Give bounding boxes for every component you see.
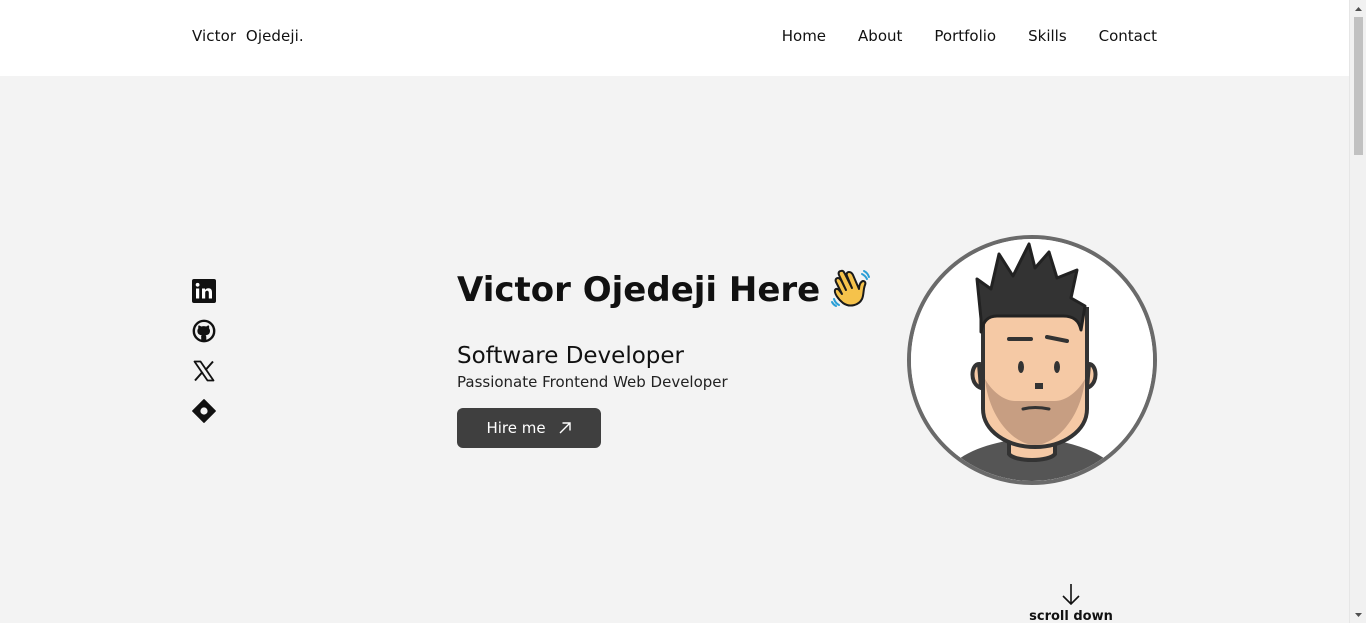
github-icon[interactable]: [192, 319, 216, 343]
scroll-down-label: scroll down: [1029, 609, 1113, 623]
page: Victor Ojedeji. Home About Portfolio Ski…: [0, 0, 1366, 623]
x-twitter-icon[interactable]: [192, 359, 216, 383]
cartoon-avatar: [911, 239, 1153, 481]
nav-skills[interactable]: Skills: [1028, 27, 1067, 45]
site-header: Victor Ojedeji. Home About Portfolio Ski…: [0, 0, 1349, 76]
hero-title-text: Victor Ojedeji Here: [457, 270, 821, 310]
hero-subtitle: Passionate Frontend Web Developer: [457, 373, 728, 391]
scroll-down-arrow-icon[interactable]: [1354, 611, 1363, 620]
nav-portfolio[interactable]: Portfolio: [934, 27, 996, 45]
site-logo[interactable]: Victor Ojedeji.: [192, 27, 304, 45]
hero-title: Victor Ojedeji Here: [457, 268, 887, 312]
nav-about[interactable]: About: [858, 27, 902, 45]
hire-me-label: Hire me: [486, 419, 546, 437]
arrow-up-right-icon: [559, 422, 571, 434]
social-links: [192, 279, 216, 439]
hire-me-button[interactable]: Hire me: [457, 408, 601, 448]
hashnode-icon[interactable]: [192, 399, 216, 423]
page-scrollbar[interactable]: [1349, 0, 1366, 623]
nav-home[interactable]: Home: [782, 27, 826, 45]
scroll-down[interactable]: scroll down: [1025, 582, 1117, 623]
nav-contact[interactable]: Contact: [1099, 27, 1157, 45]
scrollbar-thumb[interactable]: [1354, 17, 1363, 155]
hero-section: Victor Ojedeji Here Software Developer P…: [457, 268, 887, 448]
main-nav: Home About Portfolio Skills Contact: [750, 27, 1157, 45]
linkedin-icon[interactable]: [192, 279, 216, 303]
scroll-up-arrow-icon[interactable]: [1354, 4, 1363, 13]
arrow-down-icon: [1062, 584, 1080, 606]
hero-role: Software Developer: [457, 343, 684, 369]
waving-hand-icon: [831, 269, 871, 307]
avatar: [907, 235, 1157, 485]
